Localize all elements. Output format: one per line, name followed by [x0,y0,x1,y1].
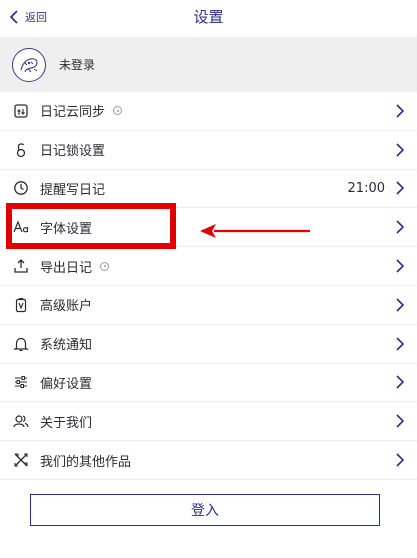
chevron-right-icon [396,375,405,390]
clock-icon [12,179,30,197]
info-dot-icon [113,106,123,116]
export-icon [12,257,30,275]
menu-item-other-apps[interactable]: 我们的其他作品 [0,441,417,480]
people-icon [12,412,30,430]
page-title: 设置 [193,8,224,26]
menu-item-premium[interactable]: 高级账户 [0,286,417,325]
menu-item-label: 我们的其他作品 [40,454,132,470]
menu-item-notifications[interactable]: 系统通知 [0,325,417,364]
tools-icon [12,451,30,469]
chevron-right-icon [396,298,405,312]
avatar[interactable] [12,47,46,82]
avatar-doodle-icon [20,57,38,72]
menu-item-diary-lock[interactable]: 日记锁设置 [0,131,417,170]
chevron-right-icon [396,414,405,428]
menu-item-label: 系统通知 [40,338,93,354]
menu-item-export[interactable]: 导出日记 [0,247,417,286]
chevron-right-icon [396,143,405,157]
profile-card[interactable]: 未登录 [0,37,417,92]
chevron-right-icon [396,220,405,234]
bell-icon [12,335,30,353]
cloud-sync-icon [12,102,30,120]
lock-icon [12,141,30,159]
nav-bar: 返回 设置 [0,0,417,34]
profile-name: 未登录 [59,58,96,72]
menu-item-label: 日记锁设置 [40,144,106,160]
menu-item-about[interactable]: 关于我们 [0,402,417,442]
settings-menu: 日记云同步 日记锁设置 提醒写日记 21:00 字体设置 导出日记 高级账户 系… [0,92,417,480]
annotation-arrow [200,224,310,238]
info-dot-icon [100,261,110,271]
menu-item-label: 高级账户 [40,299,93,315]
menu-item-label: 提醒写日记 [40,182,106,198]
menu-item-preferences[interactable]: 偏好设置 [0,364,417,403]
chevron-right-icon [396,104,405,118]
menu-item-cloud-sync[interactable]: 日记云同步 [0,92,417,131]
chevron-right-icon [396,453,405,467]
menu-item-label: 日记云同步 [40,105,106,121]
chevron-right-icon [396,259,405,273]
chevron-right-icon [396,181,405,196]
login-button[interactable]: 登入 [30,494,380,526]
sliders-icon [12,373,30,391]
chevron-right-icon [396,337,405,351]
highlight-box [6,203,176,249]
menu-item-label: 关于我们 [40,415,93,431]
menu-item-label: 导出日记 [40,260,93,276]
menu-item-label: 偏好设置 [40,376,93,392]
reminder-time[interactable]: 21:00 [348,181,385,196]
premium-icon [12,296,30,314]
